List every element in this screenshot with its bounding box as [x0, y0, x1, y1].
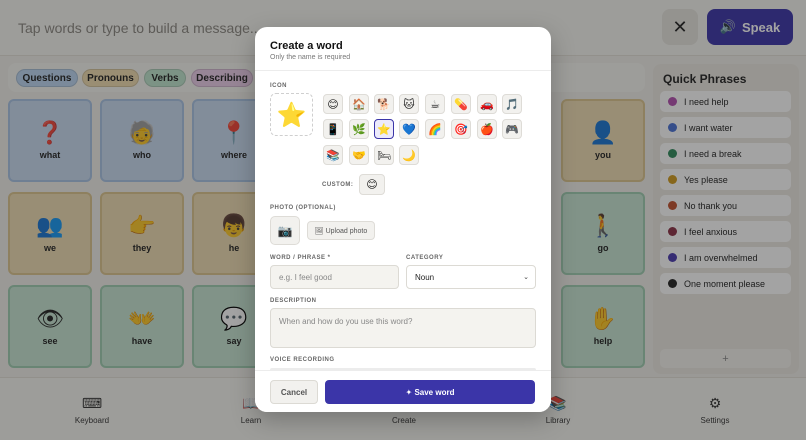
icon-option-books[interactable]: 📚 [323, 145, 343, 165]
category-field-label: CATEGORY [406, 255, 444, 261]
word-field-label: WORD / PHRASE * [270, 255, 331, 261]
dialog-header: Create a word Only the name is required [255, 27, 551, 71]
icon-option-music[interactable]: 🎵 [502, 94, 522, 114]
dialog-subtitle: Only the name is required [270, 54, 351, 61]
icon-option-target[interactable]: 🎯 [451, 119, 471, 139]
icon-option-smile[interactable]: 😊 [323, 94, 343, 114]
icon-section-label: ICON [270, 83, 287, 89]
dialog-title: Create a word [270, 40, 343, 52]
icon-option-rainbow[interactable]: 🌈 [425, 119, 445, 139]
icon-option-pill[interactable]: 💊 [451, 94, 471, 114]
icon-option-star[interactable]: ⭐ [374, 119, 394, 139]
photo-section-label: PHOTO (OPTIONAL) [270, 205, 336, 211]
category-select[interactable]: Noun ⌄ [406, 265, 536, 289]
icon-option-moon[interactable]: 🌙 [399, 145, 419, 165]
save-word-button[interactable]: ✦ Save word [325, 380, 535, 404]
camera-button[interactable]: 📷 [270, 216, 300, 245]
icon-option-handshake[interactable]: 🤝 [349, 145, 369, 165]
word-input[interactable]: e.g. I feel good [270, 265, 399, 289]
icon-option-bed[interactable]: 🛏 [374, 145, 394, 165]
cancel-button[interactable]: Cancel [270, 380, 318, 404]
icon-option-coffee[interactable]: ☕ [425, 94, 445, 114]
icon-option-car[interactable]: 🚗 [477, 94, 497, 114]
description-textarea[interactable]: When and how do you use this word? [270, 308, 536, 348]
dialog-footer: Cancel ✦ Save word [255, 370, 551, 412]
icon-option-cat[interactable]: 🐱 [399, 94, 419, 114]
voice-section-label: VOICE RECORDING [270, 357, 335, 363]
icon-option-heart[interactable]: 💙 [399, 119, 419, 139]
custom-icon-input[interactable]: 😊 [359, 174, 385, 195]
create-word-dialog: Create a word Only the name is required … [255, 27, 551, 412]
icon-option-plant[interactable]: 🌿 [349, 119, 369, 139]
icon-option-phone[interactable]: 📱 [323, 119, 343, 139]
description-field-label: DESCRIPTION [270, 298, 317, 304]
icon-option-gamepad[interactable]: 🎮 [502, 119, 522, 139]
icon-preview: ⭐ [270, 93, 313, 136]
icon-option-dog[interactable]: 🐕 [374, 94, 394, 114]
custom-label: CUSTOM: [322, 182, 354, 188]
upload-photo-button[interactable]: 🖼 Upload photo [307, 221, 375, 240]
camera-icon: 📷 [277, 223, 293, 238]
icon-option-apple[interactable]: 🍎 [477, 119, 497, 139]
chevron-down-icon: ⌄ [523, 274, 529, 281]
icon-option-house[interactable]: 🏠 [349, 94, 369, 114]
